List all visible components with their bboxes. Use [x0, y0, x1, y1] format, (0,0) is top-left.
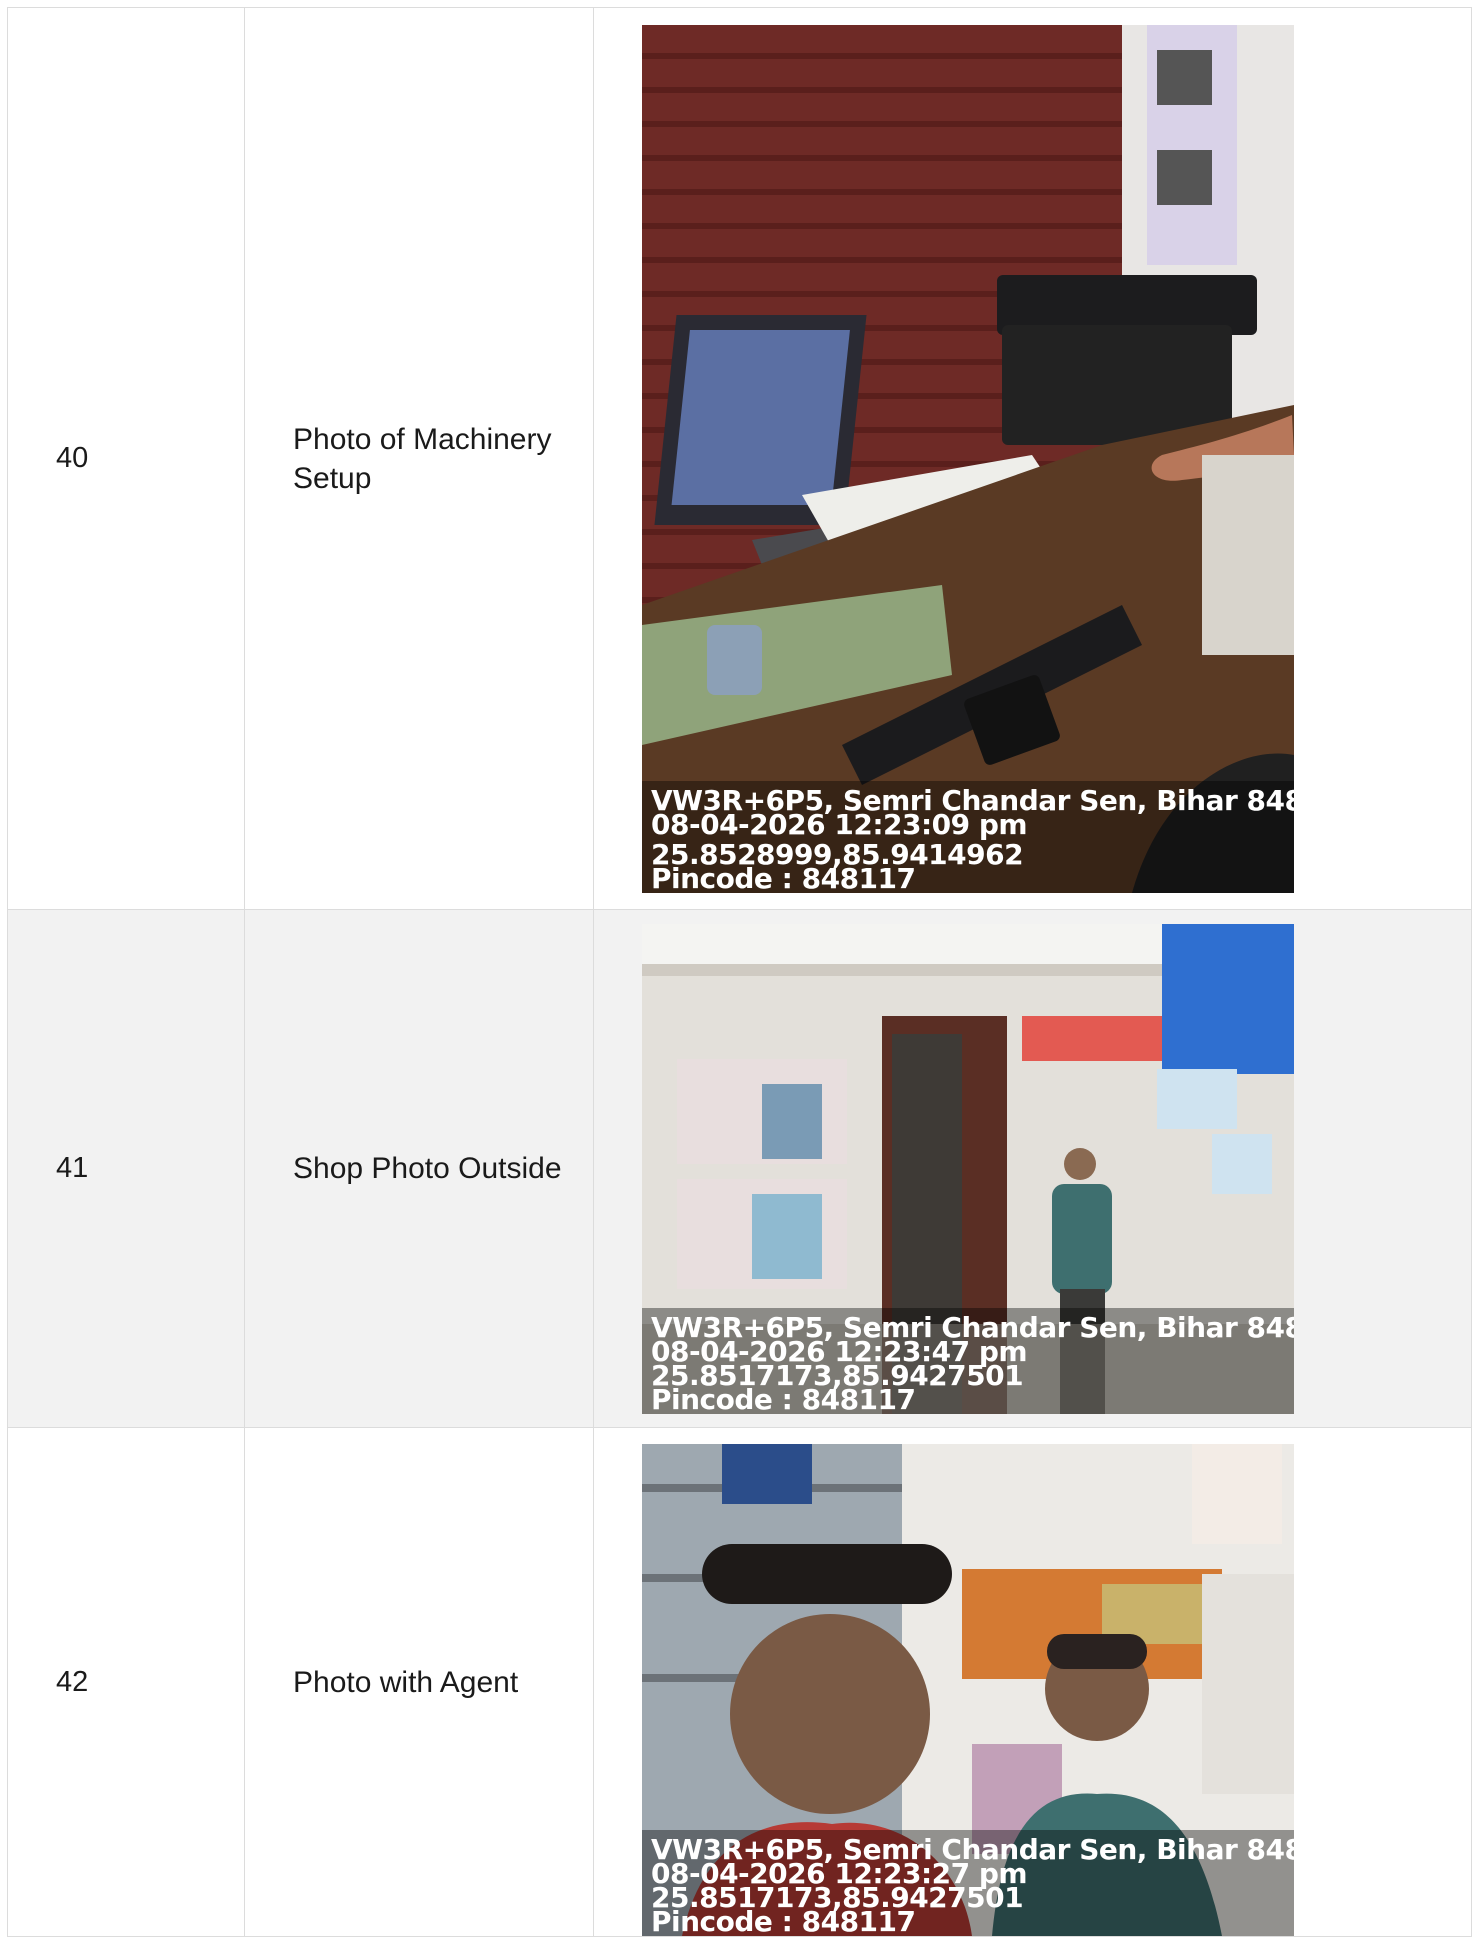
machinery-photo: VW3R+6P5, Semri Chandar Sen, Bihar 84811… [642, 24, 1294, 893]
photo-cell: VW3R+6P5, Semri Chandar Sen, Bihar 84811… [593, 7, 1472, 910]
row-label: Shop Photo Outside [244, 909, 594, 1428]
row-number: 40 [7, 7, 245, 910]
row-number: 41 [7, 909, 245, 1428]
row-label: Photo of Machinery Setup [244, 7, 594, 910]
photo-cell: VW3R+6P5, Semri Chandar Sen, Bihar 84811… [593, 909, 1472, 1428]
row-label: Photo with Agent [244, 1427, 594, 1937]
geo-stamp: VW3R+6P5, Semri Chandar Sen, Bihar 84811… [642, 780, 1294, 893]
document-table: 40 Photo of Machinery Setup VW3R+6P5, Se… [7, 7, 1472, 1937]
table-row: 42 Photo with Agent VW3R+6P5, Semri Chan… [7, 1427, 1472, 1937]
geo-stamp: VW3R+6P5, Semri Chandar Sen, Bihar 84811… [642, 1307, 1294, 1414]
row-number: 42 [7, 1427, 245, 1937]
shop-outside-photo: VW3R+6P5, Semri Chandar Sen, Bihar 84811… [642, 923, 1294, 1414]
table-row: 41 Shop Photo Outside VW3R+6P5, Semri Ch… [7, 909, 1472, 1428]
agent-photo: VW3R+6P5, Semri Chandar Sen, Bihar 84811… [642, 1444, 1294, 1936]
photo-cell: VW3R+6P5, Semri Chandar Sen, Bihar 84811… [593, 1427, 1472, 1937]
table-row: 40 Photo of Machinery Setup VW3R+6P5, Se… [7, 7, 1472, 910]
geo-stamp: VW3R+6P5, Semri Chandar Sen, Bihar 84811… [642, 1830, 1294, 1936]
machinery-photo-image [642, 24, 1294, 893]
